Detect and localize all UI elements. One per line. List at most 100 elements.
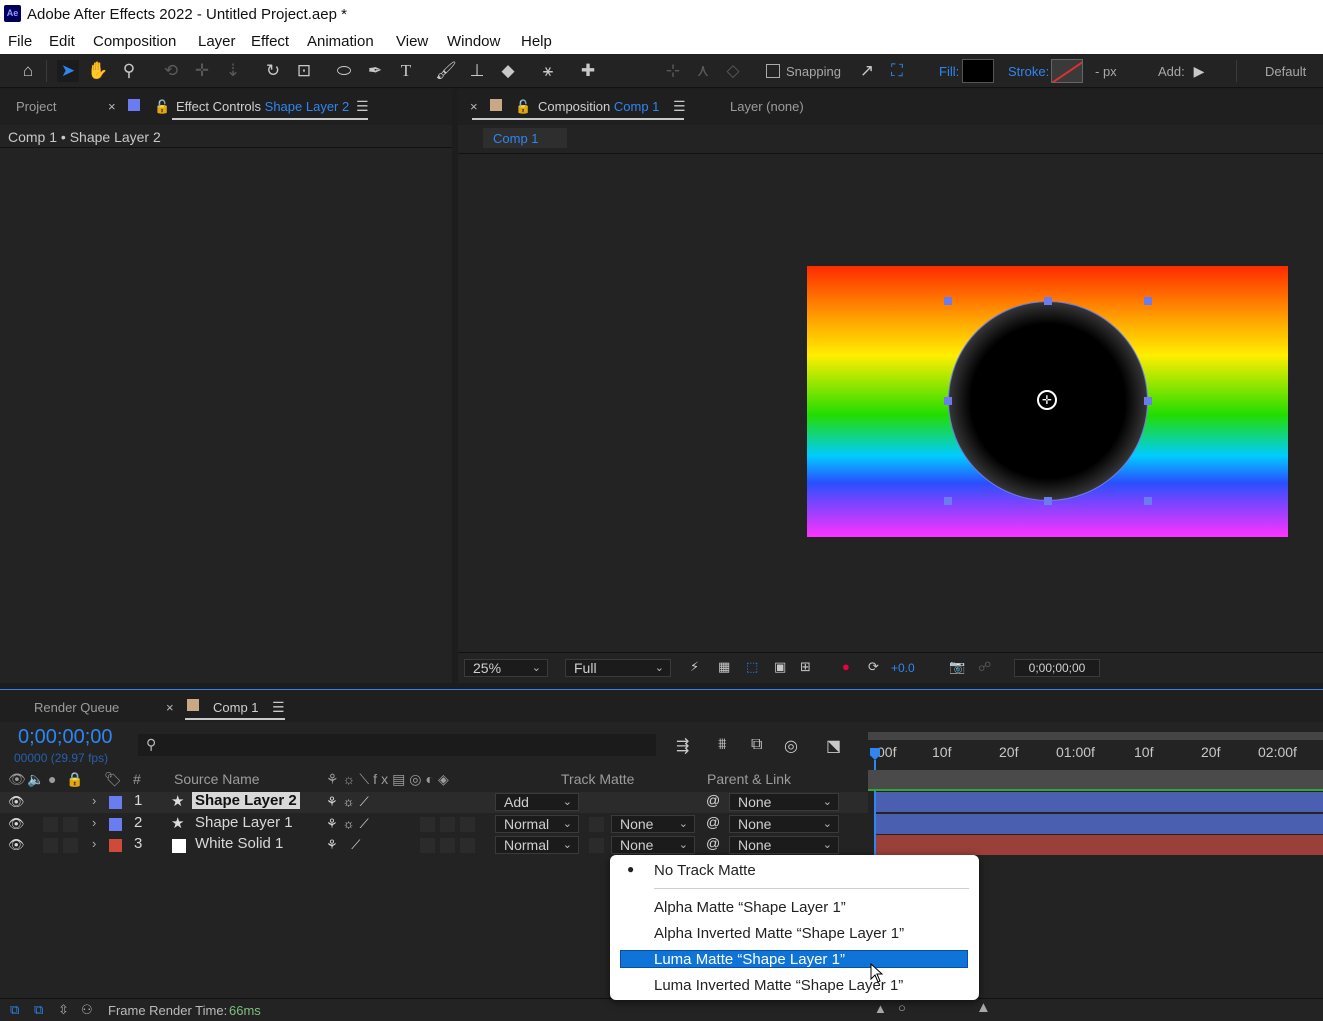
- orbit-camera-icon[interactable]: ⟲: [160, 60, 182, 82]
- region-of-interest-icon[interactable]: ▣: [774, 659, 786, 675]
- bbox-handle[interactable]: [944, 297, 952, 305]
- graph-editor-icon[interactable]: ⬔: [826, 736, 841, 756]
- menu-item-luma-inverted-matte[interactable]: Luma Inverted Matte “Shape Layer 1”: [654, 977, 903, 994]
- eraser-tool-icon[interactable]: ◆: [497, 60, 519, 82]
- layer-label-color[interactable]: [109, 839, 122, 852]
- close-tab-icon[interactable]: ×: [108, 99, 116, 114]
- comp-navigator-chip[interactable]: Comp 1: [483, 128, 567, 148]
- draft-3d-icon[interactable]: ⩩: [718, 736, 727, 754]
- lock-toggle[interactable]: [63, 817, 78, 832]
- menu-item-alpha-matte[interactable]: Alpha Matte “Shape Layer 1”: [654, 899, 846, 916]
- menu-edit[interactable]: Edit: [49, 33, 75, 50]
- track-matte-dropdown[interactable]: None ⌄: [611, 836, 695, 854]
- stroke-swatch[interactable]: [1051, 59, 1083, 83]
- preserve-transparency-toggle[interactable]: [589, 817, 604, 832]
- tab-timeline-comp[interactable]: Comp 1: [213, 700, 259, 715]
- bbox-handle[interactable]: [1144, 397, 1152, 405]
- channels-icon[interactable]: ●: [842, 659, 850, 674]
- blend-mode-dropdown[interactable]: Normal ⌄: [495, 815, 579, 833]
- switch-cell[interactable]: [440, 838, 455, 853]
- zoom-in-icon[interactable]: ▲: [976, 999, 991, 1016]
- switch-cell[interactable]: [460, 817, 475, 832]
- 3d-axis-view-icon[interactable]: ◇: [722, 60, 744, 82]
- work-area-bar[interactable]: [868, 732, 1323, 740]
- grid-guides-icon[interactable]: ⊞: [800, 659, 811, 675]
- layer-duration-bar[interactable]: [876, 792, 1323, 812]
- layer-duration-bar[interactable]: [876, 814, 1323, 834]
- zoom-out-icon[interactable]: ▲: [874, 1001, 887, 1016]
- panel-menu-icon[interactable]: ☰: [356, 98, 369, 115]
- solo-toggle[interactable]: [43, 817, 58, 832]
- switch-cell[interactable]: [420, 838, 435, 853]
- col-source-name[interactable]: Source Name: [174, 771, 260, 787]
- exposure-value[interactable]: +0.0: [891, 661, 915, 675]
- bbox-handle[interactable]: [1144, 297, 1152, 305]
- snap-edges-icon[interactable]: ↗: [856, 60, 878, 82]
- lock-toggle[interactable]: [63, 838, 78, 853]
- chevron-right-icon[interactable]: ›: [92, 793, 96, 808]
- lock-icon[interactable]: 🔓: [154, 99, 170, 115]
- parent-dropdown[interactable]: None ⌄: [729, 836, 839, 854]
- switch-cell[interactable]: [420, 817, 435, 832]
- tab-layer[interactable]: Layer (none): [730, 99, 804, 114]
- reset-exposure-icon[interactable]: ⟳: [868, 659, 879, 675]
- menu-item-luma-matte[interactable]: Luma Matte “Shape Layer 1”: [654, 951, 845, 968]
- bbox-handle[interactable]: [1044, 297, 1052, 305]
- blend-mode-dropdown[interactable]: Add ⌄: [495, 793, 579, 811]
- switch-cell[interactable]: [440, 817, 455, 832]
- workspace-label[interactable]: Default: [1265, 64, 1306, 79]
- comp-timecode[interactable]: 0;00;00;00: [1014, 659, 1100, 677]
- layer-label-color[interactable]: [109, 818, 122, 831]
- video-eye-icon[interactable]: 👁: [8, 794, 25, 810]
- menu-window[interactable]: Window: [447, 33, 500, 50]
- render-time-toggle-icon[interactable]: ⚇: [81, 1002, 93, 1018]
- tab-composition[interactable]: Composition Comp 1: [538, 99, 659, 114]
- clone-stamp-tool-icon[interactable]: ⊥: [466, 60, 488, 82]
- menu-layer[interactable]: Layer: [198, 33, 236, 50]
- menu-help[interactable]: Help: [521, 33, 552, 50]
- anchor-point-icon[interactable]: ✛: [1037, 390, 1057, 410]
- layer-switches-icons[interactable]: ⚘☼⟋: [326, 794, 374, 810]
- layer-switches-icons[interactable]: ⚘☼⟋: [326, 816, 374, 832]
- menu-animation[interactable]: Animation: [307, 33, 374, 50]
- home-icon[interactable]: ⌂: [17, 60, 39, 82]
- frame-blending-icon[interactable]: ◎: [784, 736, 798, 756]
- switch-cell[interactable]: [460, 838, 475, 853]
- puppet-pin-tool-icon[interactable]: ✚: [577, 60, 599, 82]
- layer-switches-icons[interactable]: ⚘ ⟋: [326, 837, 365, 853]
- fast-previews-icon[interactable]: ⚡: [690, 659, 699, 675]
- bbox-handle[interactable]: [1144, 497, 1152, 505]
- switch-cell[interactable]: [460, 795, 475, 810]
- pick-whip-icon[interactable]: @: [706, 814, 720, 830]
- transparency-grid-icon[interactable]: ▦: [718, 659, 730, 675]
- panel-menu-icon[interactable]: ☰: [272, 699, 285, 716]
- timeline-timecode[interactable]: 0;00;00;00: [18, 726, 113, 749]
- menu-item-no-track-matte[interactable]: No Track Matte: [654, 862, 756, 879]
- preserve-transparency-toggle[interactable]: [589, 795, 604, 810]
- panel-menu-icon[interactable]: ☰: [673, 98, 686, 115]
- chevron-right-icon[interactable]: ›: [92, 836, 96, 851]
- zoom-slider-handle-icon[interactable]: ○: [898, 1000, 906, 1015]
- close-tab-icon[interactable]: ×: [470, 99, 478, 114]
- ellipse-tool-icon[interactable]: ⬭: [333, 60, 355, 82]
- close-tab-icon[interactable]: ×: [166, 700, 174, 715]
- table-row[interactable]: 👁 › 1 ★ Shape Layer 2 ⚘☼⟋ Add ⌄ @ None ⌄: [0, 792, 868, 813]
- layer-duration-bar[interactable]: [876, 835, 1323, 855]
- layer-name[interactable]: White Solid 1: [195, 835, 283, 852]
- fill-swatch[interactable]: [962, 59, 994, 83]
- pan-behind-tool-icon[interactable]: ⊡: [293, 60, 315, 82]
- pan-camera-icon[interactable]: ✛: [191, 60, 213, 82]
- tab-render-queue[interactable]: Render Queue: [34, 700, 119, 715]
- brush-tool-icon[interactable]: 🖌: [435, 60, 457, 82]
- lock-toggle[interactable]: [63, 795, 78, 810]
- video-eye-icon[interactable]: 👁: [8, 837, 25, 853]
- transfer-controls-toggle-icon[interactable]: ⧉: [34, 1002, 43, 1018]
- track-matte-dropdown[interactable]: None ⌄: [611, 815, 695, 833]
- hide-shy-layers-icon[interactable]: ⧉: [751, 736, 762, 754]
- parent-dropdown[interactable]: None ⌄: [729, 815, 839, 833]
- snapping-checkbox[interactable]: [766, 64, 780, 78]
- bbox-handle[interactable]: [944, 497, 952, 505]
- in-out-toggle-icon[interactable]: ⇳: [58, 1002, 69, 1018]
- blend-mode-dropdown[interactable]: Normal ⌄: [495, 836, 579, 854]
- layer-name[interactable]: Shape Layer 1: [195, 814, 293, 831]
